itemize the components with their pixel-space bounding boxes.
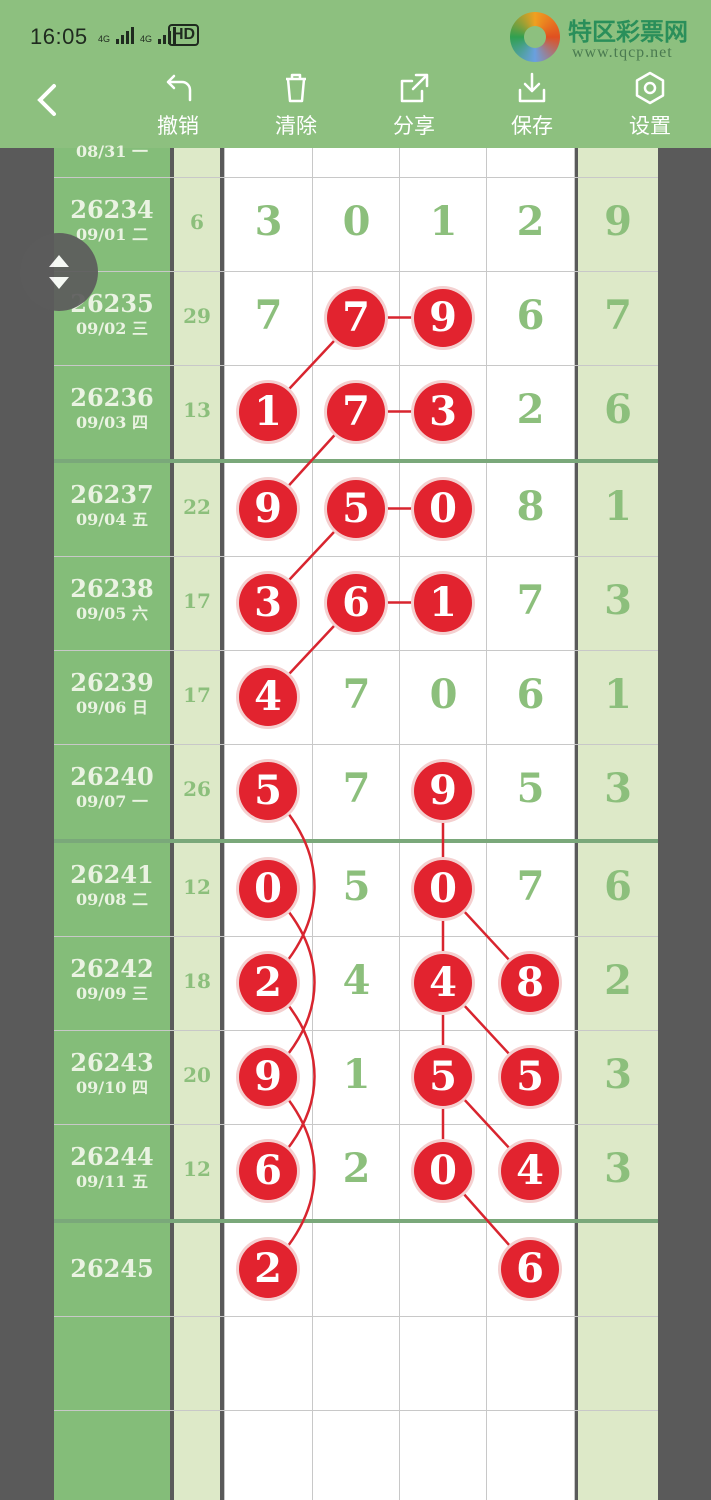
marked-ball[interactable]: 2 bbox=[239, 953, 297, 1012]
marked-ball[interactable]: 7 bbox=[327, 288, 385, 347]
marked-ball[interactable]: 1 bbox=[239, 382, 297, 441]
marked-ball[interactable]: 9 bbox=[239, 1047, 297, 1106]
sort-arrows-icon bbox=[49, 255, 69, 289]
marked-ball[interactable]: 5 bbox=[239, 761, 297, 820]
marked-ball[interactable]: 9 bbox=[239, 479, 297, 538]
marked-ball[interactable]: 3 bbox=[239, 573, 297, 632]
marked-ball[interactable]: 6 bbox=[501, 1239, 559, 1298]
marked-ball[interactable]: 0 bbox=[414, 859, 472, 918]
marked-ball[interactable]: 4 bbox=[239, 667, 297, 726]
marked-ball[interactable]: 0 bbox=[239, 859, 297, 918]
marked-ball[interactable]: 5 bbox=[327, 479, 385, 538]
marked-ball[interactable]: 4 bbox=[501, 1141, 559, 1200]
marked-ball[interactable]: 0 bbox=[414, 1141, 472, 1200]
marked-ball[interactable]: 0 bbox=[414, 479, 472, 538]
marked-ball[interactable]: 9 bbox=[414, 761, 472, 820]
marked-ball[interactable]: 6 bbox=[239, 1141, 297, 1200]
marked-ball[interactable]: 3 bbox=[414, 382, 472, 441]
trend-lines bbox=[267, 316, 531, 1270]
scroll-toggle-button[interactable] bbox=[20, 233, 98, 311]
marked-ball[interactable]: 6 bbox=[327, 573, 385, 632]
marked-ball[interactable]: 8 bbox=[501, 953, 559, 1012]
marked-ball[interactable]: 1 bbox=[414, 573, 472, 632]
marked-ball[interactable]: 5 bbox=[414, 1047, 472, 1106]
marked-ball[interactable]: 9 bbox=[414, 288, 472, 347]
marked-ball[interactable]: 7 bbox=[327, 382, 385, 441]
marked-ball[interactable]: 5 bbox=[501, 1047, 559, 1106]
marked-ball[interactable]: 2 bbox=[239, 1239, 297, 1298]
marked-ball[interactable]: 4 bbox=[414, 953, 472, 1012]
